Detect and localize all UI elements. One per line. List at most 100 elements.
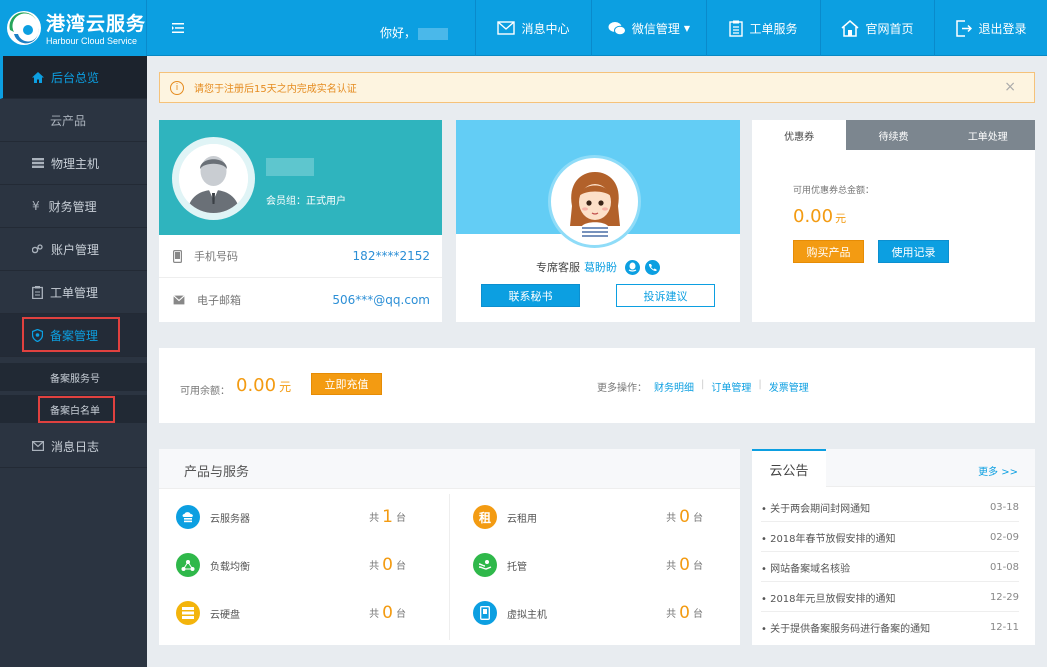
sidebar-subitem-filing-service-code[interactable]: 备案服务号	[0, 363, 147, 391]
yen-icon: ¥	[32, 199, 40, 213]
balance-label: 可用余额：	[180, 386, 230, 397]
load-balance-icon	[176, 553, 200, 577]
complaint-button[interactable]: 投诉建议	[616, 284, 715, 307]
product-cloud-disk[interactable]: 云硬盘 共0台	[176, 601, 406, 625]
product-cloud-rent[interactable]: 租 云租用 共0台	[473, 505, 703, 529]
clipboard-icon	[32, 285, 43, 299]
disk-icon	[176, 601, 200, 625]
username-blur	[418, 27, 449, 40]
announcement-row[interactable]: • 网站备案域名核验 01-08	[761, 553, 1019, 582]
sidebar-item-filing[interactable]: 备案管理	[0, 314, 147, 357]
sidebar-item-cloud-products[interactable]: 云产品	[0, 99, 147, 142]
nav-message-center[interactable]: 消息中心	[475, 0, 591, 56]
profile-banner: 会员组：正式用户	[159, 120, 442, 235]
invoice-manage-link[interactable]: 发票管理	[769, 379, 809, 394]
hosting-icon	[473, 553, 497, 577]
avatar[interactable]	[172, 137, 255, 220]
finance-detail-link[interactable]: 财务明细	[654, 379, 694, 394]
sidebar-item-account[interactable]: 账户管理	[0, 228, 147, 271]
email-row: 电子邮箱 506***@qq.com	[159, 278, 442, 321]
sidebar-item-overview[interactable]: 后台总览	[0, 56, 147, 99]
girl-avatar-icon	[569, 171, 620, 238]
product-count: 共0台	[666, 555, 703, 575]
announcement-row[interactable]: • 2018年春节放假安排的通知 02-09	[761, 523, 1019, 552]
mail-icon	[497, 21, 516, 35]
product-hosting[interactable]: 托管 共0台	[473, 553, 703, 577]
phone-icon	[173, 249, 182, 263]
mail-icon	[32, 441, 44, 451]
recharge-button[interactable]: 立即充值	[311, 373, 382, 395]
info-icon: i	[170, 80, 184, 95]
user-avatar-icon	[179, 144, 248, 213]
server-icon	[32, 158, 44, 168]
key-icon	[32, 244, 43, 254]
coupon-tabs: 优惠券 待续费 工单处理	[752, 120, 1035, 150]
sidebar-item-finance[interactable]: ¥ 财务管理	[0, 185, 147, 228]
usage-record-button[interactable]: 使用记录	[878, 240, 949, 263]
sidebar-item-physical-host[interactable]: 物理主机	[0, 142, 147, 185]
rent-icon: 租	[473, 505, 497, 529]
announcement-row[interactable]: • 2018年元旦放假安排的通知 12-29	[761, 583, 1019, 612]
phone-call-icon[interactable]	[645, 259, 660, 275]
tab-coupons[interactable]: 优惠券	[752, 120, 847, 150]
balance-amount: 0.00 元	[236, 375, 292, 396]
logo-subtitle: Harbour Cloud Service	[46, 36, 138, 46]
announcements-tab[interactable]: 云公告	[752, 449, 826, 487]
product-load-balance[interactable]: 负载均衡 共0台	[176, 553, 406, 577]
contact-secretary-button[interactable]: 联系秘书	[481, 284, 580, 307]
logout-icon	[956, 19, 973, 37]
logo[interactable]: 港湾云服务 Harbour Cloud Service	[0, 0, 147, 56]
sidebar: 后台总览 云产品 物理主机 ¥ 财务管理 账户管理 工单管理 备案管理 备案服务…	[0, 56, 147, 667]
cloud-server-icon	[176, 505, 200, 529]
buy-product-button[interactable]: 购买产品	[793, 240, 864, 263]
nav-ticket-service[interactable]: 工单服务	[706, 0, 820, 56]
nav-official-home[interactable]: 官网首页	[820, 0, 934, 56]
phone-row: 手机号码 182****2152	[159, 235, 442, 278]
tab-ticket-handling[interactable]: 工单处理	[940, 120, 1035, 150]
product-cloud-server[interactable]: 云服务器 共1台	[176, 505, 406, 529]
service-avatar	[548, 155, 641, 248]
product-count: 共0台	[666, 603, 703, 623]
service-name[interactable]: 葛盼盼	[584, 259, 617, 275]
balance-bar: 可用余额： 0.00 元 立即充值 更多操作： 财务明细 | 订单管理 | 发票管…	[159, 348, 1035, 423]
notice-text: 请您于注册后15天之内完成实名认证	[194, 84, 357, 95]
more-announcements-link[interactable]: 更多 >>	[978, 463, 1018, 478]
menu-toggle-icon[interactable]	[170, 20, 186, 36]
sidebar-subitem-filing-whitelist[interactable]: 备案白名单	[0, 395, 147, 423]
products-panel: 产品与服务 云服务器 共1台 租 云租用 共0台 负载均衡 共0台 托管 共0台…	[159, 449, 740, 645]
logo-mark-icon	[7, 11, 41, 45]
wechat-icon	[608, 21, 626, 35]
profile-card: 会员组：正式用户 手机号码 182****2152 电子邮箱 506***@qq…	[159, 120, 442, 322]
nav-wechat-manage[interactable]: 微信管理 ▼	[591, 0, 706, 56]
more-operations: 更多操作： 财务明细 | 订单管理 | 发票管理	[597, 379, 809, 394]
product-virtual-host[interactable]: 虚拟主机 共0台	[473, 601, 703, 625]
coupon-card: 优惠券 待续费 工单处理 可用优惠券总金额： 0.00 元 购买产品 使用记录	[752, 120, 1035, 322]
member-group: 会员组：正式用户	[266, 196, 346, 207]
announcement-row[interactable]: • 关于两会期间封网通知 03-18	[761, 493, 1019, 522]
username-blur	[266, 158, 314, 176]
sidebar-item-tickets[interactable]: 工单管理	[0, 271, 147, 314]
greeting: 你好，	[380, 24, 449, 41]
sidebar-item-message-log[interactable]: 消息日志	[0, 425, 147, 468]
customer-service-card: 专席客服 葛盼盼 联系秘书 投诉建议	[456, 120, 740, 322]
verification-notice: i 请您于注册后15天之内完成实名认证 ×	[159, 72, 1035, 103]
products-title: 产品与服务	[184, 465, 250, 480]
qq-icon[interactable]	[625, 259, 640, 275]
announcement-row[interactable]: • 关于提供备案服务码进行备案的通知 12-11	[761, 613, 1019, 642]
vhost-icon	[473, 601, 497, 625]
announcements-panel: 云公告 更多 >> • 关于两会期间封网通知 03-18 • 2018年春节放假安…	[752, 449, 1035, 645]
close-icon[interactable]: ×	[1004, 79, 1016, 95]
order-manage-link[interactable]: 订单管理	[711, 379, 751, 394]
logo-title: 港湾云服务	[46, 13, 147, 35]
service-info: 专席客服 葛盼盼	[456, 259, 740, 275]
ticket-icon	[729, 20, 744, 37]
top-header: 港湾云服务 Harbour Cloud Service 你好， 消息中心 微信管…	[0, 0, 1047, 56]
tab-renewal[interactable]: 待续费	[846, 120, 941, 150]
nav-logout[interactable]: 退出登录	[934, 0, 1047, 56]
product-count: 共1台	[369, 507, 406, 527]
product-count: 共0台	[666, 507, 703, 527]
shield-icon	[32, 328, 43, 342]
products-divider	[449, 494, 450, 640]
coupon-amount: 0.00 元	[793, 206, 847, 227]
product-count: 共0台	[369, 555, 406, 575]
